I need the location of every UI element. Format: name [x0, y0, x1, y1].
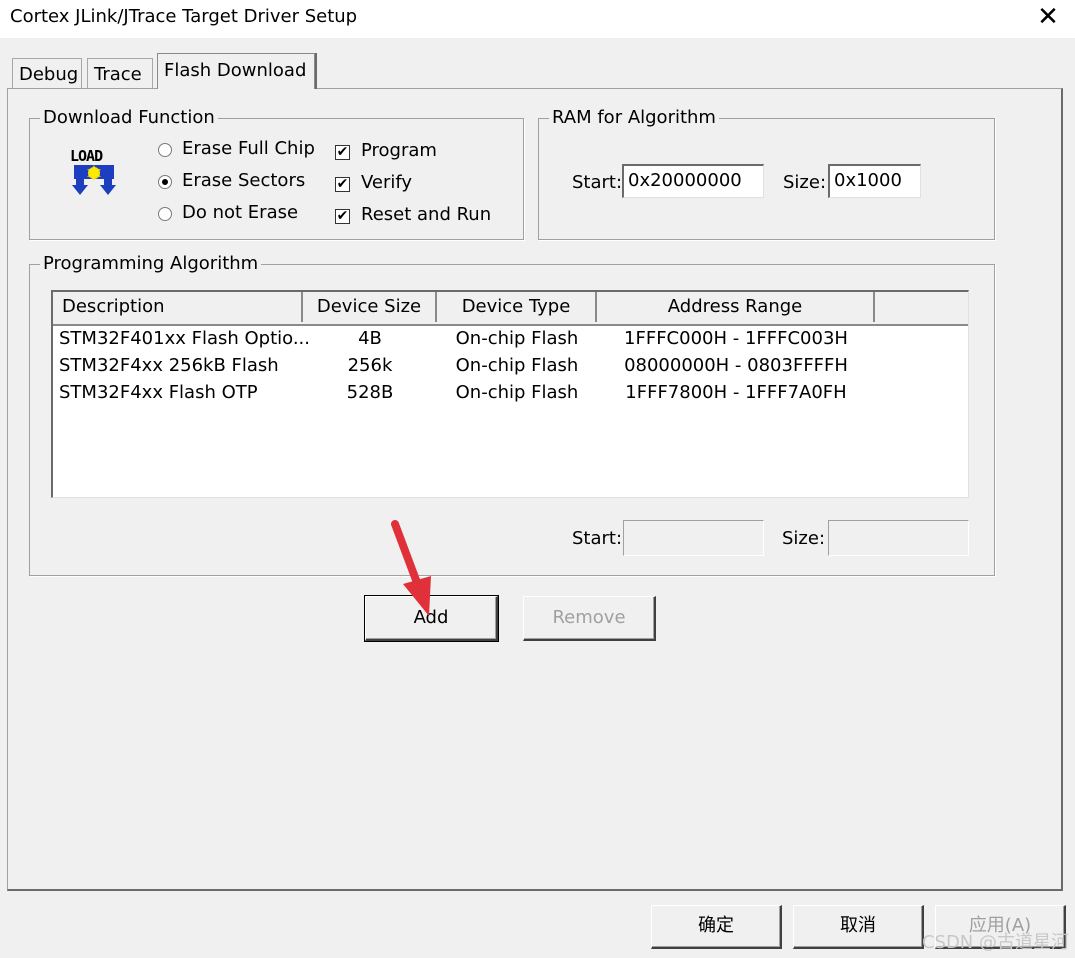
checkbox-program[interactable]: ✔: [335, 145, 350, 160]
checkbox-reset-and-run[interactable]: ✔: [335, 209, 350, 224]
algorithm-size-field[interactable]: [828, 520, 969, 556]
cell-description: STM32F401xx Flash Optio...: [59, 328, 310, 349]
title-bar: Cortex JLink/JTrace Target Driver Setup …: [0, 0, 1075, 38]
column-device-type[interactable]: Device Type: [437, 292, 597, 322]
radio-erase-sectors-label: Erase Sectors: [182, 170, 306, 191]
tab-trace[interactable]: Trace: [87, 58, 153, 90]
cell-device-size: 256k: [347, 355, 393, 376]
table-row[interactable]: STM32F401xx Flash Optio... 4B On-chip Fl…: [53, 325, 968, 352]
table-row[interactable]: STM32F4xx Flash OTP 528B On-chip Flash 1…: [53, 379, 968, 406]
algorithm-start-field[interactable]: [623, 520, 764, 556]
cell-device-size: 4B: [358, 328, 382, 349]
column-device-size[interactable]: Device Size: [303, 292, 437, 322]
radio-erase-full-chip-label: Erase Full Chip: [182, 138, 315, 159]
algorithm-list[interactable]: Description Device Size Device Type Addr…: [51, 290, 969, 498]
radio-do-not-erase-label: Do not Erase: [182, 202, 299, 223]
load-icon-text: LOAD: [70, 147, 103, 165]
ram-start-label: Start:: [572, 172, 623, 193]
table-row[interactable]: STM32F4xx 256kB Flash 256k On-chip Flash…: [53, 352, 968, 379]
radio-erase-sectors[interactable]: [158, 175, 172, 189]
list-header: Description Device Size Device Type Addr…: [53, 292, 968, 326]
download-function-group: Download Function LOAD Erase Full Chip E…: [29, 106, 524, 240]
download-function-title: Download Function: [40, 106, 218, 130]
load-icon: LOAD: [68, 147, 120, 197]
ram-start-field[interactable]: 0x20000000: [622, 164, 764, 198]
column-description[interactable]: Description: [53, 292, 303, 322]
checkbox-program-label: Program: [361, 140, 437, 161]
close-icon[interactable]: ✕: [1033, 2, 1063, 32]
column-filler: [875, 292, 968, 322]
checkbox-reset-and-run-label: Reset and Run: [361, 204, 492, 225]
ram-group-title: RAM for Algorithm: [549, 106, 719, 130]
cell-device-size: 528B: [346, 382, 394, 403]
ram-size-field[interactable]: 0x1000: [828, 164, 921, 198]
checkbox-verify-label: Verify: [361, 172, 413, 193]
cell-device-type: On-chip Flash: [455, 328, 579, 349]
watermark: CSDN @古道星河: [921, 932, 1069, 953]
algorithm-size-label: Size:: [782, 528, 826, 549]
cell-device-type: On-chip Flash: [455, 355, 579, 376]
radio-erase-full-chip[interactable]: [158, 143, 172, 157]
algorithm-start-label: Start:: [572, 528, 623, 549]
ok-button[interactable]: 确定: [651, 905, 782, 949]
ram-size-label: Size:: [783, 172, 827, 193]
cancel-button[interactable]: 取消: [793, 905, 924, 949]
annotation-arrow: [391, 520, 431, 616]
tab-debug[interactable]: Debug: [12, 58, 82, 90]
tab-flash-download[interactable]: Flash Download: [157, 53, 315, 89]
cell-description: STM32F4xx Flash OTP: [59, 382, 258, 403]
cell-address-range: 1FFF7800H - 1FFF7A0FH: [625, 382, 847, 403]
radio-do-not-erase[interactable]: [158, 207, 172, 221]
remove-button[interactable]: Remove: [523, 596, 656, 641]
column-address-range[interactable]: Address Range: [597, 292, 875, 322]
cell-description: STM32F4xx 256kB Flash: [59, 355, 279, 376]
cell-device-type: On-chip Flash: [455, 382, 579, 403]
window-title: Cortex JLink/JTrace Target Driver Setup: [10, 6, 358, 27]
cell-address-range: 08000000H - 0803FFFFH: [624, 355, 848, 376]
programming-algorithm-title: Programming Algorithm: [40, 252, 262, 276]
checkbox-verify[interactable]: ✔: [335, 177, 350, 192]
ram-group: RAM for Algorithm Start: 0x20000000 Size…: [538, 106, 995, 240]
tab-panel: Download Function LOAD Erase Full Chip E…: [7, 88, 1063, 891]
cell-address-range: 1FFFC000H - 1FFFC003H: [624, 328, 848, 349]
